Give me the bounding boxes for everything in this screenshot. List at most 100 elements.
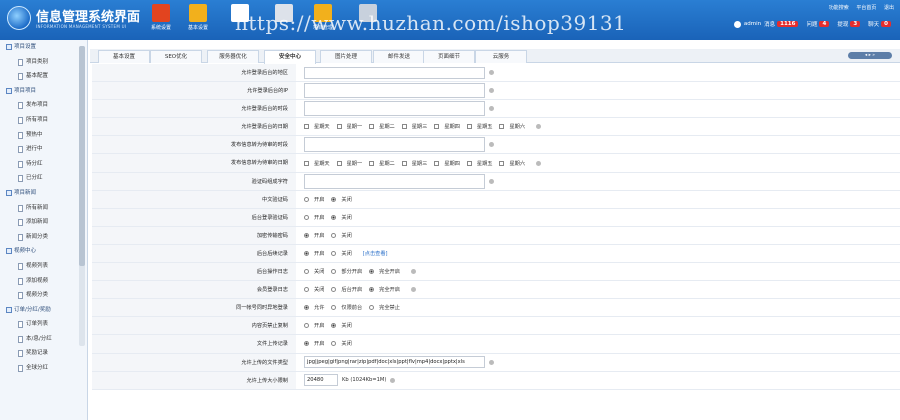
sidebar-item[interactable]: 添加新闻 <box>0 215 87 230</box>
sidebar-scroll-thumb[interactable] <box>79 46 85 266</box>
sidebar-group[interactable]: 项目新闻 <box>0 186 87 201</box>
sidebar-group[interactable]: 项目设置 <box>0 40 87 55</box>
tab[interactable]: SEO优化 <box>150 50 202 63</box>
sidebar-scrollbar[interactable] <box>79 46 85 346</box>
radio-button[interactable] <box>331 196 337 202</box>
checkbox-box[interactable] <box>304 124 309 130</box>
sidebar-item[interactable]: 订单列表 <box>0 317 87 332</box>
sidebar-item[interactable]: 基本配置 <box>0 69 87 84</box>
radio-option[interactable]: 开启 <box>304 232 324 239</box>
sidebar-item[interactable]: 本/息/分红 <box>0 332 87 347</box>
help-icon[interactable] <box>489 106 494 112</box>
checkbox-box[interactable] <box>304 160 309 166</box>
username[interactable]: admin <box>744 21 761 27</box>
sidebar-item[interactable]: 奖励记录 <box>0 346 87 361</box>
sidebar-item[interactable]: 待分红 <box>0 157 87 172</box>
radio-option[interactable]: 关闭 <box>331 196 352 203</box>
radio-button[interactable] <box>369 287 375 293</box>
weekday-checkbox[interactable]: 星期三 <box>401 123 427 130</box>
sidebar-group[interactable]: 项目项目 <box>0 84 87 99</box>
radio-option[interactable]: 后台开启 <box>331 286 362 293</box>
weekday-checkbox[interactable]: 星期一 <box>336 123 362 130</box>
sidebar-item[interactable]: 视频分类 <box>0 288 87 303</box>
weekday-checkbox[interactable]: 星期天 <box>304 123 330 130</box>
sidebar-item[interactable]: 新闻分类 <box>0 230 87 245</box>
chat-label[interactable]: 聊天 <box>868 20 879 28</box>
radio-button[interactable] <box>304 214 309 220</box>
tab[interactable]: 图片处理 <box>320 50 372 63</box>
tab[interactable]: 页面细节 <box>423 50 475 63</box>
text-input[interactable] <box>304 173 485 189</box>
sidebar-item[interactable]: 全球分红 <box>0 361 87 376</box>
checkbox-box[interactable] <box>434 160 440 166</box>
radio-option[interactable]: 关闭 <box>331 322 352 329</box>
checkbox-box[interactable] <box>499 124 505 130</box>
radio-button[interactable] <box>304 305 309 311</box>
sidebar-item[interactable]: 预热中 <box>0 128 87 143</box>
radio-option[interactable]: 关闭 <box>331 232 352 239</box>
radio-button[interactable] <box>369 305 375 311</box>
radio-button[interactable] <box>304 269 309 275</box>
help-icon[interactable] <box>410 269 416 275</box>
sidebar-item[interactable]: 视频列表 <box>0 259 87 274</box>
help-icon[interactable] <box>489 88 494 94</box>
radio-button[interactable] <box>304 341 309 347</box>
radio-option[interactable]: 开启 <box>304 250 324 257</box>
radio-button[interactable] <box>331 341 337 347</box>
radio-button[interactable] <box>304 287 309 293</box>
radio-option[interactable]: 完全禁止 <box>369 304 400 311</box>
text-input[interactable]: jpg|jpeg|gif|png|rar|zip|pdf|doc|xls|ppt… <box>304 356 485 369</box>
help-icon[interactable] <box>489 359 494 365</box>
radio-button[interactable] <box>331 214 337 220</box>
sidebar-item[interactable]: 所有新闻 <box>0 201 87 216</box>
tab[interactable]: 服务器优化 <box>207 50 259 63</box>
weekday-checkbox[interactable]: 星期五 <box>466 160 492 167</box>
checkbox-box[interactable] <box>466 124 472 130</box>
radio-option[interactable]: 关闭 <box>331 340 352 347</box>
radio-option[interactable]: 完全开启 <box>369 268 400 275</box>
weekday-checkbox[interactable]: 星期三 <box>401 160 427 167</box>
radio-button[interactable] <box>369 269 375 275</box>
platform-home-link[interactable]: 平台首页 <box>856 5 876 11</box>
weekday-checkbox[interactable]: 星期四 <box>434 123 460 130</box>
radio-option[interactable]: 仅限前台 <box>331 304 362 311</box>
help-icon[interactable] <box>536 160 542 166</box>
weekday-checkbox[interactable]: 星期天 <box>304 160 330 167</box>
radio-button[interactable] <box>331 305 337 311</box>
weekday-checkbox[interactable]: 星期六 <box>499 160 525 167</box>
sidebar-item[interactable]: 添加视频 <box>0 274 87 289</box>
checkbox-box[interactable] <box>401 124 407 130</box>
sidebar-item[interactable]: 发布项目 <box>0 98 87 113</box>
view-log-link[interactable]: [点击查看] <box>363 250 388 257</box>
radio-button[interactable] <box>304 196 309 202</box>
help-icon[interactable] <box>489 178 494 184</box>
checkbox-box[interactable] <box>401 160 407 166</box>
radio-option[interactable]: 开启 <box>304 214 324 221</box>
search-feature-link[interactable]: 功能搜索 <box>829 5 849 11</box>
radio-option[interactable]: 关闭 <box>331 214 352 221</box>
tab-scroll-control[interactable]: ◂ ▸ » <box>848 52 892 59</box>
radio-button[interactable] <box>331 287 337 293</box>
radio-option[interactable]: 开启 <box>304 196 324 203</box>
radio-button[interactable] <box>331 250 337 256</box>
help-icon[interactable] <box>489 70 494 76</box>
weekday-checkbox[interactable]: 星期五 <box>466 123 492 130</box>
checkbox-box[interactable] <box>466 160 472 166</box>
withdraw-label[interactable]: 提现 <box>837 20 848 28</box>
text-input[interactable] <box>304 66 485 79</box>
checkbox-box[interactable] <box>434 124 440 130</box>
checkbox-box[interactable] <box>369 160 375 166</box>
radio-button[interactable] <box>304 323 309 329</box>
checkbox-box[interactable] <box>369 124 375 130</box>
radio-option[interactable]: 部分开启 <box>331 268 362 275</box>
toolbar-button[interactable]: 基本设置 <box>180 0 216 40</box>
checkbox-box[interactable] <box>336 160 342 166</box>
sidebar-item[interactable]: 项目类别 <box>0 55 87 70</box>
tab[interactable]: 安全中心 <box>264 50 316 64</box>
sidebar-group[interactable]: 订单/分红/奖励 <box>0 303 87 318</box>
radio-option[interactable]: 完全开启 <box>369 286 400 293</box>
text-input[interactable] <box>304 83 485 99</box>
help-icon[interactable] <box>390 377 396 383</box>
weekday-checkbox[interactable]: 星期一 <box>336 160 362 167</box>
radio-option[interactable]: 关闭 <box>304 286 324 293</box>
